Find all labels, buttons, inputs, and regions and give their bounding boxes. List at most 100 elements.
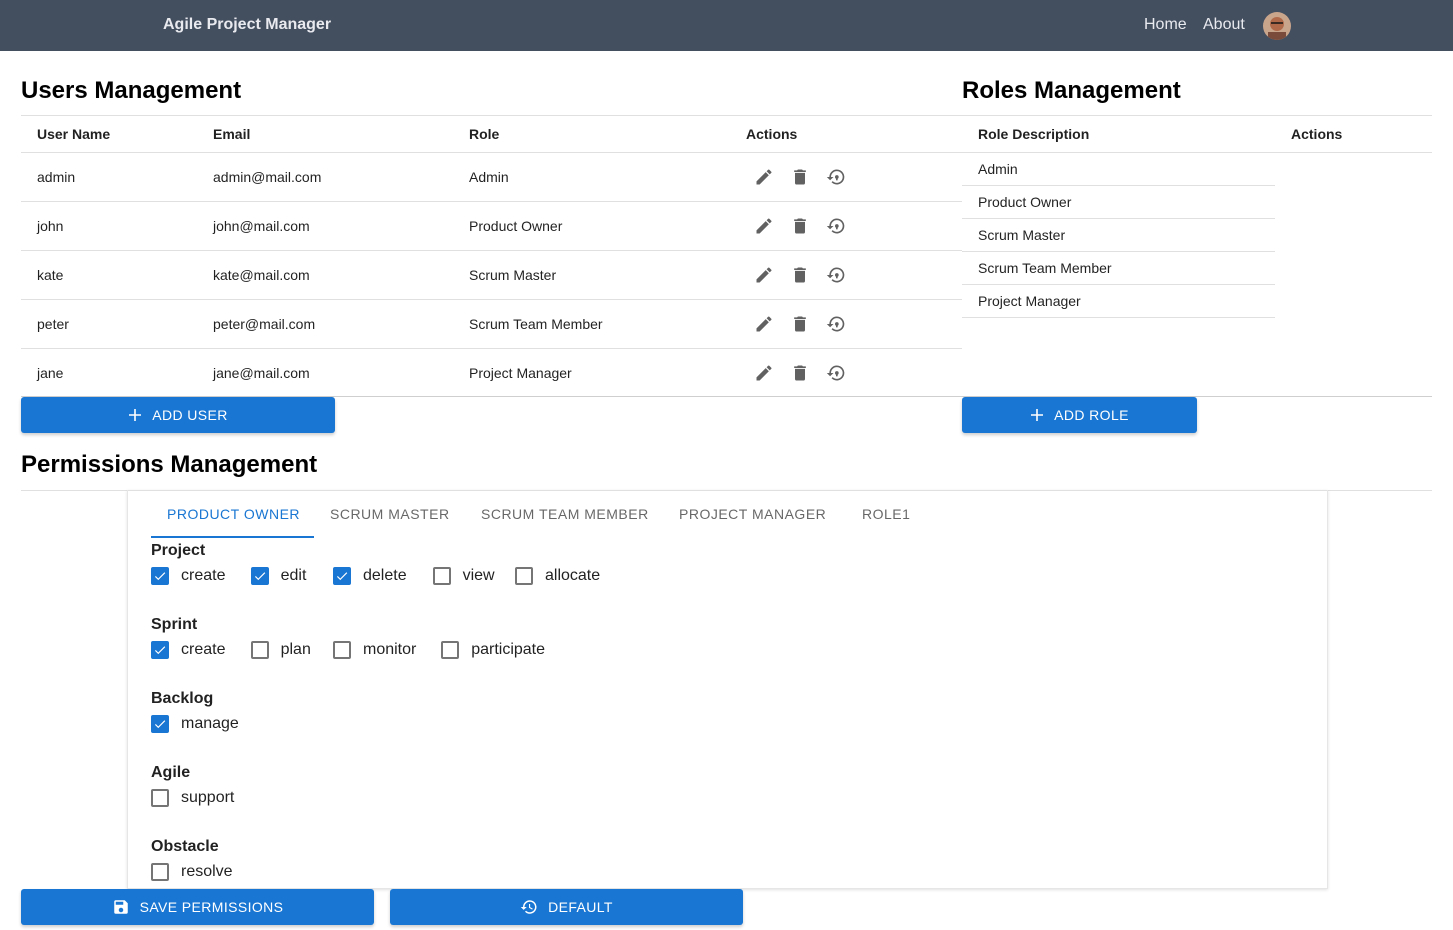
column-header-username[interactable]: User Name	[37, 126, 110, 142]
column-header-email[interactable]: Email	[213, 126, 250, 142]
role-row-divider	[962, 185, 1275, 186]
checkbox-checked-icon[interactable]	[333, 567, 351, 585]
permission-checkbox[interactable]: allocate	[515, 567, 600, 585]
plus-icon	[129, 409, 142, 421]
user-role-cell: Scrum Master	[469, 267, 557, 283]
user-email-cell: john@mail.com	[213, 218, 310, 234]
permission-label: delete	[363, 567, 407, 584]
edit-user-icon[interactable]	[754, 363, 774, 383]
checkbox-unchecked-icon[interactable]	[515, 567, 533, 585]
checkbox-checked-icon[interactable]	[250, 567, 269, 585]
checkbox-unchecked-icon[interactable]	[333, 641, 351, 659]
row-divider	[21, 299, 962, 300]
permission-checkbox[interactable]: support	[151, 789, 234, 807]
checkbox-checked-icon[interactable]	[151, 641, 169, 659]
delete-user-icon[interactable]	[790, 216, 810, 236]
tab-project-manager[interactable]: PROJECT MANAGER	[679, 506, 826, 522]
permission-label: create	[181, 641, 226, 658]
roles-header-divider	[962, 152, 1432, 153]
permission-checkbox[interactable]: manage	[151, 715, 239, 733]
history-icon	[520, 900, 537, 914]
floppy-disk-icon	[113, 900, 128, 914]
reset-password-icon[interactable]	[826, 265, 846, 285]
column-header-role-description[interactable]: Role Description	[978, 126, 1089, 142]
permission-checkbox[interactable]: resolve	[151, 863, 233, 881]
role-row-divider	[962, 317, 1275, 318]
user-email-cell: kate@mail.com	[213, 267, 310, 283]
role-row-divider	[962, 251, 1275, 252]
edit-user-icon[interactable]	[754, 314, 774, 334]
edit-user-icon[interactable]	[754, 216, 774, 236]
permission-group-title: Project	[151, 542, 206, 559]
permission-label: resolve	[181, 863, 233, 880]
delete-user-icon[interactable]	[790, 363, 810, 383]
permission-group-title: Sprint	[151, 616, 198, 633]
tab-role1[interactable]: ROLE1	[862, 506, 910, 522]
checkbox-unchecked-icon[interactable]	[250, 641, 269, 659]
user-email-cell: peter@mail.com	[213, 316, 316, 332]
nav-home-link[interactable]: Home	[1144, 16, 1187, 34]
user-name-cell: jane	[37, 365, 64, 381]
checkbox-unchecked-icon[interactable]	[432, 567, 451, 585]
role-description-cell[interactable]: Admin	[978, 161, 1018, 177]
checkbox-unchecked-icon[interactable]	[151, 789, 169, 807]
tab-scrum-team-member[interactable]: SCRUM TEAM MEMBER	[481, 506, 649, 522]
tab-scrum-master[interactable]: SCRUM MASTER	[330, 506, 450, 522]
app-brand[interactable]: Agile Project Manager	[163, 16, 331, 34]
permission-checkbox[interactable]: create	[151, 567, 225, 585]
permission-label: edit	[280, 567, 307, 584]
user-role-cell: Product Owner	[469, 218, 563, 234]
permission-checkbox[interactable]: participate	[441, 641, 545, 659]
checkbox-checked-icon[interactable]	[151, 715, 169, 733]
permission-checkbox[interactable]: edit	[250, 567, 307, 585]
column-header-role[interactable]: Role	[469, 126, 499, 142]
role-description-cell[interactable]: Scrum Master	[978, 227, 1065, 243]
permission-checkbox[interactable]: view	[432, 567, 495, 585]
delete-user-icon[interactable]	[790, 265, 810, 285]
users-management-title: Users Management	[21, 77, 242, 104]
user-role-cell: Project Manager	[469, 365, 572, 381]
edit-user-icon[interactable]	[754, 265, 774, 285]
delete-user-icon[interactable]	[790, 314, 810, 334]
column-header-actions: Actions	[746, 126, 798, 142]
reset-password-icon[interactable]	[826, 314, 846, 334]
user-name-cell: admin	[37, 169, 76, 185]
user-avatar[interactable]	[1263, 12, 1291, 40]
checkbox-unchecked-icon[interactable]	[441, 641, 460, 659]
permission-label: view	[462, 567, 495, 584]
role-description-cell[interactable]: Product Owner	[978, 194, 1071, 210]
edit-user-icon[interactable]	[754, 167, 774, 187]
roles-management-title: Roles Management	[962, 77, 1181, 104]
permission-checkbox[interactable]: create	[151, 641, 225, 659]
permissions-management-title: Permissions Management	[21, 451, 318, 478]
add-role-label: ADD ROLE	[1054, 407, 1129, 423]
user-name-cell: kate	[37, 267, 64, 283]
role-description-cell[interactable]: Project Manager	[978, 293, 1081, 309]
reset-password-icon[interactable]	[826, 363, 846, 383]
role-description-cell[interactable]: Scrum Team Member	[978, 260, 1112, 276]
add-role-button[interactable]: ADD ROLE	[962, 397, 1197, 433]
reset-password-icon[interactable]	[826, 216, 846, 236]
role-row-divider	[962, 218, 1275, 219]
delete-user-icon[interactable]	[790, 167, 810, 187]
nav-about-link[interactable]: About	[1203, 16, 1245, 34]
add-user-button[interactable]: ADD USER	[21, 397, 335, 433]
tab-product-owner[interactable]: PRODUCT OWNER	[167, 506, 300, 522]
active-tab-indicator	[151, 536, 314, 538]
row-divider	[21, 348, 962, 349]
user-name-cell: peter	[37, 316, 69, 332]
permission-checkbox[interactable]: delete	[333, 567, 407, 585]
permission-label: plan	[280, 641, 311, 658]
checkbox-unchecked-icon[interactable]	[151, 863, 169, 881]
permission-label: manage	[181, 715, 239, 732]
navbar: Agile Project Manager Home About	[0, 0, 1453, 51]
user-email-cell: admin@mail.com	[213, 169, 322, 185]
default-button[interactable]: DEFAULT	[390, 889, 743, 925]
reset-password-icon[interactable]	[826, 167, 846, 187]
permission-group-title: Backlog	[151, 690, 214, 707]
permission-checkbox[interactable]: plan	[250, 641, 311, 659]
checkbox-checked-icon[interactable]	[151, 567, 169, 585]
permission-checkbox[interactable]: monitor	[333, 641, 416, 659]
permission-label: allocate	[545, 567, 601, 584]
save-permissions-button[interactable]: SAVE PERMISSIONS	[21, 889, 374, 925]
